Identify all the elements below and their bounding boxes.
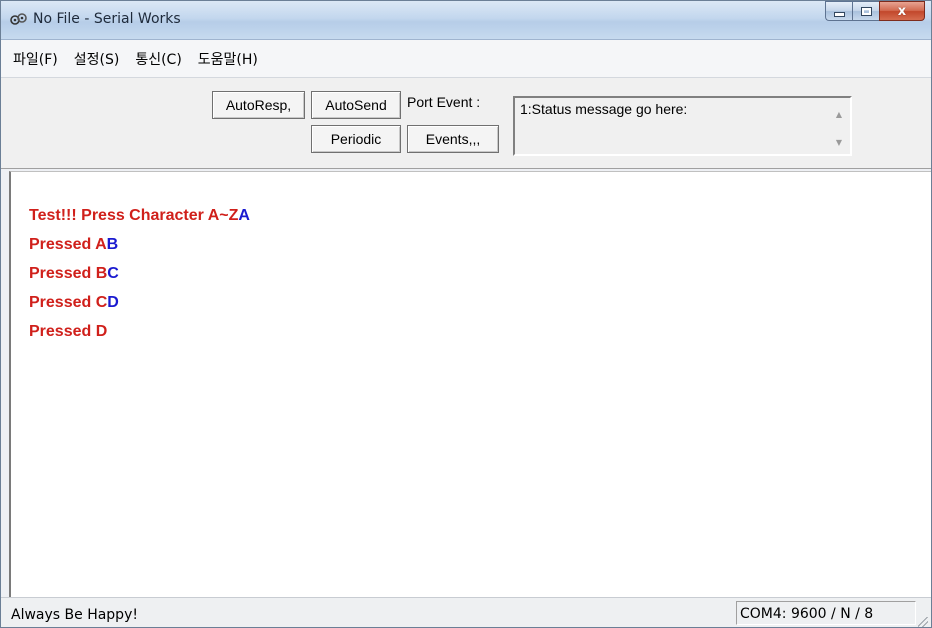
port-info-text: COM4: 9600 / N / 8 bbox=[740, 606, 874, 622]
main-window: No File - Serial Works x 파일(F) 설정(S) 통신(… bbox=[0, 0, 932, 628]
resize-grip-icon[interactable] bbox=[918, 617, 928, 627]
terminal-line: Pressed BC bbox=[29, 265, 119, 283]
menu-communication[interactable]: 통신(C) bbox=[135, 49, 181, 69]
menu-settings[interactable]: 설정(S) bbox=[74, 49, 120, 69]
sent-text: Pressed B bbox=[29, 265, 108, 282]
window-title: No File - Serial Works bbox=[33, 11, 181, 27]
close-icon: x bbox=[897, 3, 907, 19]
sent-text: Pressed D bbox=[29, 323, 108, 340]
received-text: B bbox=[106, 236, 119, 253]
terminal-line: Pressed CD bbox=[29, 294, 119, 312]
status-message-text: 1:Status message go here: bbox=[520, 101, 688, 117]
menu-bar: 파일(F) 설정(S) 통신(C) 도움말(H) bbox=[1, 40, 931, 78]
sent-text: Test!!! Press Character A~Z bbox=[29, 207, 239, 224]
scroll-up-icon[interactable]: ▲ bbox=[836, 110, 842, 119]
port-info-panel: COM4: 9600 / N / 8 bbox=[736, 601, 916, 625]
maximize-button[interactable] bbox=[852, 1, 879, 21]
autoresp-button[interactable]: AutoResp, bbox=[212, 91, 305, 119]
menu-help[interactable]: 도움말(H) bbox=[198, 49, 258, 69]
received-text: C bbox=[107, 265, 119, 282]
menu-file[interactable]: 파일(F) bbox=[13, 49, 58, 69]
status-bar: Always Be Happy! COM4: 9600 / N / 8 bbox=[1, 597, 931, 627]
sent-text: Pressed A bbox=[29, 236, 107, 253]
scroll-down-icon[interactable]: ▼ bbox=[836, 138, 842, 147]
sent-text: Pressed C bbox=[29, 294, 108, 311]
port-event-label: Port Event : bbox=[407, 94, 481, 110]
toolbar: AutoResp, AutoSend Periodic Events,,, Po… bbox=[1, 78, 931, 169]
terminal-line: Pressed D bbox=[29, 323, 107, 341]
title-bar[interactable]: No File - Serial Works x bbox=[1, 1, 931, 40]
received-text: D bbox=[107, 294, 119, 311]
maximize-icon bbox=[860, 6, 872, 16]
periodic-button[interactable]: Periodic bbox=[311, 125, 401, 153]
serial-works-app-icon bbox=[10, 13, 27, 25]
autosend-button[interactable]: AutoSend bbox=[311, 91, 401, 119]
terminal-line: Test!!! Press Character A~ZA bbox=[29, 207, 250, 225]
terminal-output[interactable]: Test!!! Press Character A~ZA Pressed AB … bbox=[9, 171, 931, 598]
status-bar-text: Always Be Happy! bbox=[11, 607, 138, 623]
minimize-icon bbox=[833, 12, 845, 17]
minimize-button[interactable] bbox=[825, 1, 852, 21]
events-button[interactable]: Events,,, bbox=[407, 125, 499, 153]
received-text: A bbox=[238, 207, 250, 224]
status-message-box[interactable]: 1:Status message go here: ▲ ▼ bbox=[513, 96, 852, 156]
close-button[interactable]: x bbox=[879, 1, 925, 21]
terminal-line: Pressed AB bbox=[29, 236, 118, 254]
caption-buttons: x bbox=[825, 1, 925, 25]
